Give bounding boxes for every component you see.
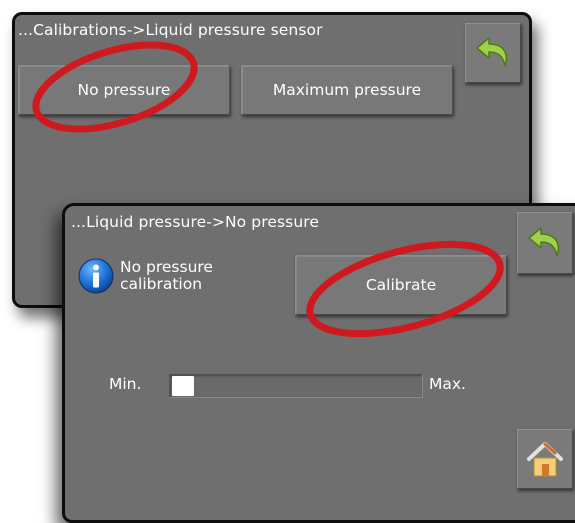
back-button[interactable] [517,212,573,274]
slider-min-label: Min. [109,375,142,393]
screen-title: ...Liquid pressure->No pressure [71,213,320,231]
no-pressure-calibration-screen: ...Liquid pressure->No pressure No press… [62,203,575,523]
slider-thumb[interactable] [172,376,194,396]
back-button[interactable] [465,23,521,83]
home-button[interactable] [517,429,573,489]
back-arrow-icon [528,227,560,257]
info-text: No pressure calibration [120,259,213,293]
screen-title: ...Calibrations->Liquid pressure sensor [18,21,323,39]
slider-max-label: Max. [429,375,466,393]
home-icon [527,442,563,477]
info-message: No pressure calibration [77,257,213,295]
info-text-line-2: calibration [120,275,203,293]
info-icon [78,258,114,294]
info-text-line-1: No pressure [120,258,213,276]
pressure-slider: Min. Max. [109,371,509,401]
no-pressure-button[interactable]: No pressure [18,65,230,115]
back-arrow-icon [476,37,508,67]
maximum-pressure-button[interactable]: Maximum pressure [241,65,453,115]
slider-track[interactable] [169,374,423,398]
calibrate-button[interactable]: Calibrate [295,255,507,315]
